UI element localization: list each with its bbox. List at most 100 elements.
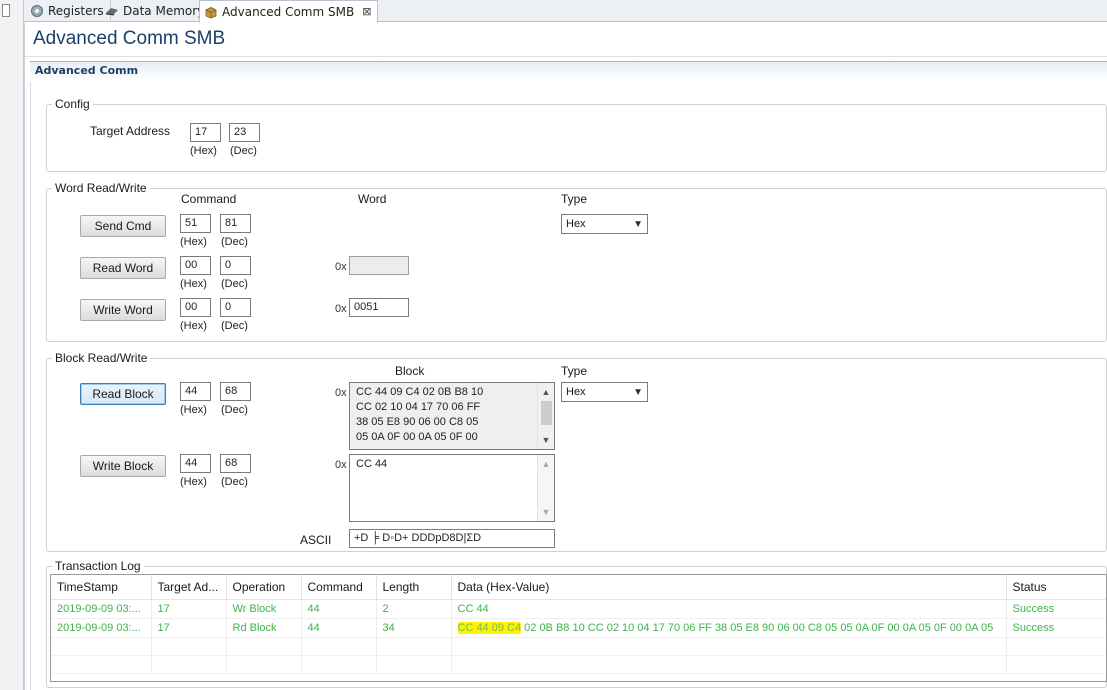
cell-operation: Wr Block	[226, 599, 302, 619]
block-data-line: 05 0A 0F 00 0A 05 0F 00	[356, 431, 478, 443]
hex-prefix: 0x	[335, 459, 347, 471]
write-word-dec-field[interactable]: 0	[220, 298, 251, 317]
block-data-line: CC 02 10 04 17 70 06 FF	[356, 401, 481, 413]
cell-data-rest: 02 0B B8 10 CC 02 10 04 17 70 06 FF 38 0…	[521, 621, 994, 634]
dec-label: (Dec)	[221, 320, 248, 332]
cell-status: Success	[1006, 599, 1106, 619]
write-block-hex-field[interactable]: 44	[180, 454, 211, 473]
scroll-up-icon[interactable]: ▲	[538, 456, 554, 472]
gear-icon	[31, 5, 43, 17]
hex-label: (Hex)	[190, 145, 217, 157]
word-header: Word	[358, 192, 387, 206]
column-header-command[interactable]: Command	[301, 575, 377, 600]
word-rw-group-label: Word Read/Write	[52, 181, 150, 195]
title-divider	[25, 56, 1107, 57]
cell-target-address: 17	[151, 618, 227, 638]
write-block-data-area[interactable]: CC 44 ▲ ▼	[349, 454, 555, 522]
read-word-value-field	[349, 256, 409, 275]
close-tab-icon[interactable]: ⊠	[362, 5, 371, 18]
tab-data-memory[interactable]: Data Memory	[101, 0, 212, 22]
transaction-log-table[interactable]: TimeStamp Target Ad... Operation Command…	[50, 574, 1107, 682]
read-block-data-area[interactable]: CC 44 09 C4 02 0B B8 10 CC 02 10 04 17 7…	[349, 382, 555, 450]
read-word-dec-field[interactable]: 0	[220, 256, 251, 275]
cell-length: 34	[376, 618, 452, 638]
type-header: Type	[561, 192, 588, 206]
hex-label: (Hex)	[180, 404, 207, 416]
scroll-down-icon[interactable]: ▼	[538, 432, 554, 448]
block-data-line: CC 44 09 C4 02 0B B8 10	[356, 386, 484, 398]
tab-label: Advanced Comm SMB	[222, 4, 355, 19]
target-address-hex-field[interactable]: 17	[190, 123, 221, 142]
table-row[interactable]: 2019-09-09 03:... 17 Rd Block 44 34 CC 4…	[51, 618, 1106, 638]
dec-label: (Dec)	[230, 145, 257, 157]
word-type-value: Hex	[566, 218, 586, 230]
cell-operation: Rd Block	[226, 618, 302, 638]
read-word-button[interactable]: Read Word	[80, 257, 166, 279]
column-header-target-address[interactable]: Target Ad...	[151, 575, 227, 600]
editor-tab-bar: Registers Data Memory Advanced Comm SMB …	[24, 0, 1107, 23]
write-word-hex-field[interactable]: 00	[180, 298, 211, 317]
hex-prefix: 0x	[335, 387, 347, 399]
read-block-hex-field[interactable]: 44	[180, 382, 211, 401]
table-row-empty	[51, 655, 1106, 674]
write-block-dec-field[interactable]: 68	[220, 454, 251, 473]
tab-registers[interactable]: Registers	[26, 0, 111, 22]
section-header	[30, 61, 1107, 81]
cell-length: 2	[376, 599, 452, 619]
table-row[interactable]: 2019-09-09 03:... 17 Wr Block 44 2 CC 44…	[51, 599, 1106, 619]
cell-status: Success	[1006, 618, 1106, 638]
chevron-down-icon: ▼	[633, 386, 643, 398]
column-header-status[interactable]: Status	[1006, 575, 1106, 600]
command-header: Command	[181, 192, 237, 206]
cell-command: 44	[301, 618, 377, 638]
read-word-hex-field[interactable]: 00	[180, 256, 211, 275]
ascii-label: ASCII	[300, 533, 332, 547]
table-header-row: TimeStamp Target Ad... Operation Command…	[51, 575, 1106, 600]
read-block-button[interactable]: Read Block	[80, 383, 166, 405]
cell-target-address: 17	[151, 599, 227, 619]
hex-label: (Hex)	[180, 476, 207, 488]
scroll-down-icon[interactable]: ▼	[538, 504, 554, 520]
block-rw-group-label: Block Read/Write	[52, 351, 151, 365]
send-cmd-button[interactable]: Send Cmd	[80, 215, 166, 237]
cell-timestamp: 2019-09-09 03:...	[51, 618, 152, 638]
dec-label: (Dec)	[221, 236, 248, 248]
read-block-scrollbar[interactable]: ▲ ▼	[537, 383, 554, 449]
cell-data-highlight: CC 44 09 C4	[457, 621, 522, 634]
target-address-dec-field[interactable]: 23	[229, 123, 260, 142]
cell-timestamp: 2019-09-09 03:...	[51, 599, 152, 619]
block-type-select[interactable]: Hex ▼	[561, 382, 648, 402]
memory-chip-icon	[106, 8, 118, 16]
send-cmd-hex-field[interactable]: 51	[180, 214, 211, 233]
word-type-select[interactable]: Hex ▼	[561, 214, 648, 234]
cell-data: CC 44 09 C4 02 0B B8 10 CC 02 10 04 17 7…	[451, 618, 1007, 638]
column-header-data[interactable]: Data (Hex-Value)	[451, 575, 1007, 600]
ascii-field[interactable]: +D ╞ D◦D+ DDDpD8D|ΣD	[349, 529, 555, 548]
column-header-operation[interactable]: Operation	[226, 575, 302, 600]
type-header: Type	[561, 364, 588, 378]
read-block-dec-field[interactable]: 68	[220, 382, 251, 401]
hex-label: (Hex)	[180, 320, 207, 332]
write-block-button[interactable]: Write Block	[80, 455, 166, 477]
scroll-up-icon[interactable]: ▲	[538, 384, 554, 400]
collapsed-panel-handle[interactable]	[2, 4, 10, 17]
write-word-button[interactable]: Write Word	[80, 299, 166, 321]
tab-label: Registers	[48, 4, 104, 18]
hex-label: (Hex)	[180, 278, 207, 290]
config-group-label: Config	[52, 97, 93, 111]
hex-label: (Hex)	[180, 236, 207, 248]
hex-prefix: 0x	[335, 303, 347, 315]
column-header-timestamp[interactable]: TimeStamp	[51, 575, 152, 600]
table-row-empty	[51, 637, 1106, 656]
hex-prefix: 0x	[335, 261, 347, 273]
scroll-thumb[interactable]	[541, 401, 552, 425]
write-block-scrollbar[interactable]: ▲ ▼	[537, 455, 554, 521]
dec-label: (Dec)	[221, 404, 248, 416]
page-title: Advanced Comm SMB	[33, 28, 226, 49]
tab-advanced-comm-smb[interactable]: Advanced Comm SMB ⊠	[199, 0, 379, 23]
cell-command: 44	[301, 599, 377, 619]
dec-label: (Dec)	[221, 278, 248, 290]
write-word-value-field[interactable]: 0051	[349, 298, 409, 317]
column-header-length[interactable]: Length	[376, 575, 452, 600]
send-cmd-dec-field[interactable]: 81	[220, 214, 251, 233]
